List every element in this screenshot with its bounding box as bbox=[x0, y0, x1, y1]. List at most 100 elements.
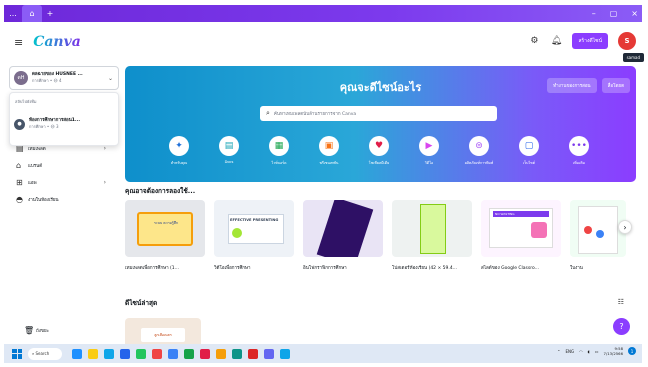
canva-logo[interactable]: Canva bbox=[33, 34, 81, 50]
new-tab-button[interactable]: + bbox=[42, 5, 58, 22]
taskbar-app-icon[interactable] bbox=[72, 348, 82, 359]
category-icon: ▶ bbox=[419, 136, 439, 156]
home-tab[interactable]: ⌂ bbox=[22, 5, 42, 22]
sidebar-item-apps[interactable]: ⊞ แอพ › bbox=[16, 174, 116, 191]
sidebar-item-label: แอพ bbox=[28, 181, 37, 186]
thumb-label: วิดีโอเพื่อการศึกษา bbox=[214, 266, 251, 271]
taskbar-app-icon[interactable] bbox=[120, 348, 130, 359]
create-design-button[interactable]: สร้างดีไซน์ bbox=[572, 33, 608, 49]
language-indicator[interactable]: ENG bbox=[566, 349, 575, 354]
close-button[interactable]: × bbox=[631, 9, 638, 18]
clock-date: 7/13/2566 bbox=[603, 351, 623, 356]
notification-badge[interactable]: 1 bbox=[628, 347, 636, 355]
sidebar-item-classwork[interactable]: ◓ งานในห้องเรียน bbox=[16, 191, 116, 208]
team-sub: การศึกษา • 😃 3 bbox=[29, 124, 59, 129]
category-icon: ▢ bbox=[519, 136, 539, 156]
category-icon: ▦ bbox=[269, 136, 289, 156]
dropdown-label: สลับไปยังทีม bbox=[15, 99, 37, 104]
sidebar-item-label: แบรนด์ bbox=[28, 164, 43, 169]
volume-icon[interactable]: ◖ bbox=[588, 349, 590, 354]
taskbar-app-icon[interactable] bbox=[184, 348, 194, 359]
team-dropdown: สลับไปยังทีม ● ห้องการศึกษาการสอน1... กา… bbox=[9, 92, 119, 146]
clock[interactable]: 9:58 7/13/2566 bbox=[604, 346, 623, 356]
avatar[interactable]: S bbox=[618, 32, 636, 50]
media-button[interactable]: สื่อโดยต bbox=[601, 78, 630, 93]
taskbar-app-icon[interactable] bbox=[200, 348, 210, 359]
thumb-education-templates[interactable]: ระบบ ความรู้สึก bbox=[125, 200, 205, 257]
category-item[interactable]: ▦ ไวท์บอร์ด bbox=[259, 136, 299, 166]
thumb-google-classroom[interactable]: NO WASTING bbox=[481, 200, 561, 257]
taskbar-app-icon[interactable] bbox=[232, 348, 242, 359]
taskbar-search[interactable]: ⌕ Search bbox=[28, 347, 62, 360]
taskbar-app-icon[interactable] bbox=[168, 348, 178, 359]
category-item[interactable]: ✦ สำหรับคุณ bbox=[159, 136, 199, 166]
category-label: เว็บไซต์ bbox=[522, 161, 536, 165]
suggestions-row: ระบบ ความรู้สึก EFFECTIVE PRESENTING NO … bbox=[125, 200, 635, 271]
grid-view-icon[interactable]: ☷ bbox=[618, 298, 624, 306]
category-item[interactable]: ▤ Docs bbox=[209, 136, 249, 166]
chevron-up-icon[interactable]: ⌃ bbox=[557, 349, 560, 354]
thumb-classroom-poster[interactable] bbox=[392, 200, 472, 257]
teaching-button[interactable]: ทำงานของการสอน bbox=[547, 78, 597, 93]
hero-banner: คุณจะดีไซน์อะไร ทำงานของการสอน สื่อโดยต … bbox=[125, 66, 636, 182]
category-icon: ••• bbox=[569, 136, 589, 156]
category-label: ไวท์บอร์ด bbox=[271, 161, 287, 165]
next-arrow-button[interactable]: › bbox=[618, 220, 632, 234]
sidebar-item-trash[interactable]: 🗑︎ ถังขยะ bbox=[24, 326, 49, 335]
battery-icon[interactable]: ▭ bbox=[595, 349, 599, 354]
thumb-infographic[interactable] bbox=[303, 200, 383, 257]
taskbar-app-icon[interactable] bbox=[104, 348, 114, 359]
category-item[interactable]: ▢ เว็บไซต์ bbox=[509, 136, 549, 166]
help-button[interactable]: ? bbox=[613, 318, 630, 335]
category-label: โซเชียลมีเดีย bbox=[368, 161, 390, 165]
recent-design-thumb[interactable]: ลูกเสือเนตร bbox=[125, 318, 201, 344]
trash-label: ถังขยะ bbox=[36, 329, 50, 334]
category-label: สำหรับคุณ bbox=[170, 161, 188, 165]
thumb-label: โปสเตอร์ห้องเรียน (42 × 59.4... bbox=[392, 266, 457, 271]
taskbar-app-icon[interactable] bbox=[248, 348, 258, 359]
windows-start-icon[interactable] bbox=[12, 348, 22, 359]
taskbar-app-icon[interactable] bbox=[88, 348, 98, 359]
template-search-input[interactable]: ⌕ ค้นหาเทมเพลตนับล้านรายการจาก Canva bbox=[260, 106, 497, 121]
taskbar-app-icon[interactable] bbox=[280, 348, 290, 359]
category-item[interactable]: ▣ พรีเซนเทชัน bbox=[309, 136, 349, 166]
thumb-label: ใบงาน bbox=[570, 266, 583, 271]
category-icon: ▣ bbox=[319, 136, 339, 156]
category-icon: ✦ bbox=[169, 136, 189, 156]
account-switcher[interactable]: ดH ดลฉายของ HUSNEE ... การศึกษา • 😃 4 ⌄ bbox=[9, 66, 119, 90]
sidebar-item-label: เทมเพลต bbox=[28, 147, 46, 152]
category-label: วิดีโอ bbox=[424, 161, 434, 165]
taskbar-app-icon[interactable] bbox=[216, 348, 226, 359]
sidebar-item-label: งานในห้องเรียน bbox=[28, 198, 59, 203]
account-avatar: ดH bbox=[14, 71, 28, 85]
thumb-text: NO WASTING bbox=[495, 212, 515, 216]
sidebar-item-brand[interactable]: ⌂ แบรนด์ bbox=[16, 157, 116, 174]
thumb-label: อินโฟกราฟิกการศึกษา bbox=[303, 266, 347, 271]
category-item[interactable]: ▶ วิดีโอ bbox=[409, 136, 449, 166]
category-icon: ▤ bbox=[219, 136, 239, 156]
category-item[interactable]: ••• เพิ่มเติม bbox=[559, 136, 599, 166]
thumb-edu-video[interactable]: EFFECTIVE PRESENTING bbox=[214, 200, 294, 257]
windows-taskbar: ⌕ Search ⌃ ENG ◠ ◖ ▭ 9:58 7/13/2566 1 bbox=[4, 344, 642, 363]
sidebar-nav: ▤ เทมเพลต › ⌂ แบรนด์ ⊞ แอพ › ◓ งานในห้อง… bbox=[16, 140, 116, 208]
menu-icon[interactable]: ≡ bbox=[14, 36, 23, 49]
category-item[interactable]: ⊜ ผลิตภัณฑ์การพิมพ์ bbox=[459, 136, 499, 166]
category-row: ✦ สำหรับคุณ ▤ Docs ▦ ไวท์บอร์ด ▣ พรีเซนเทชัน ♥ โซ… bbox=[159, 136, 599, 166]
maximize-button[interactable]: ▢ bbox=[610, 9, 618, 18]
taskbar-app-icon[interactable] bbox=[264, 348, 274, 359]
category-item[interactable]: ♥ โซเชียลมีเดีย bbox=[359, 136, 399, 166]
app-header: ≡ Canva ⚙ 🔔︎ สร้างดีไซน์ S bbox=[4, 22, 642, 62]
minimize-button[interactable]: – bbox=[592, 9, 596, 18]
team-option[interactable]: ● ห้องการศึกษาการสอน1... การศึกษา • 😃 3 bbox=[10, 114, 118, 134]
bell-icon[interactable]: 🔔︎ bbox=[550, 35, 562, 47]
browser-menu-button[interactable]: ... bbox=[4, 5, 22, 22]
settings-icon[interactable]: ⚙ bbox=[528, 35, 540, 47]
taskbar-apps bbox=[66, 348, 290, 359]
taskbar-app-icon[interactable] bbox=[152, 348, 162, 359]
trash-icon: 🗑︎ bbox=[24, 326, 35, 335]
chevron-right-icon: › bbox=[103, 179, 106, 186]
main-content: คุณจะดีไซน์อะไร ทำงานของการสอน สื่อโดยต … bbox=[116, 62, 642, 344]
taskbar-app-icon[interactable] bbox=[136, 348, 146, 359]
wifi-icon[interactable]: ◠ bbox=[579, 349, 583, 354]
chevron-down-icon: ⌄ bbox=[107, 75, 113, 82]
